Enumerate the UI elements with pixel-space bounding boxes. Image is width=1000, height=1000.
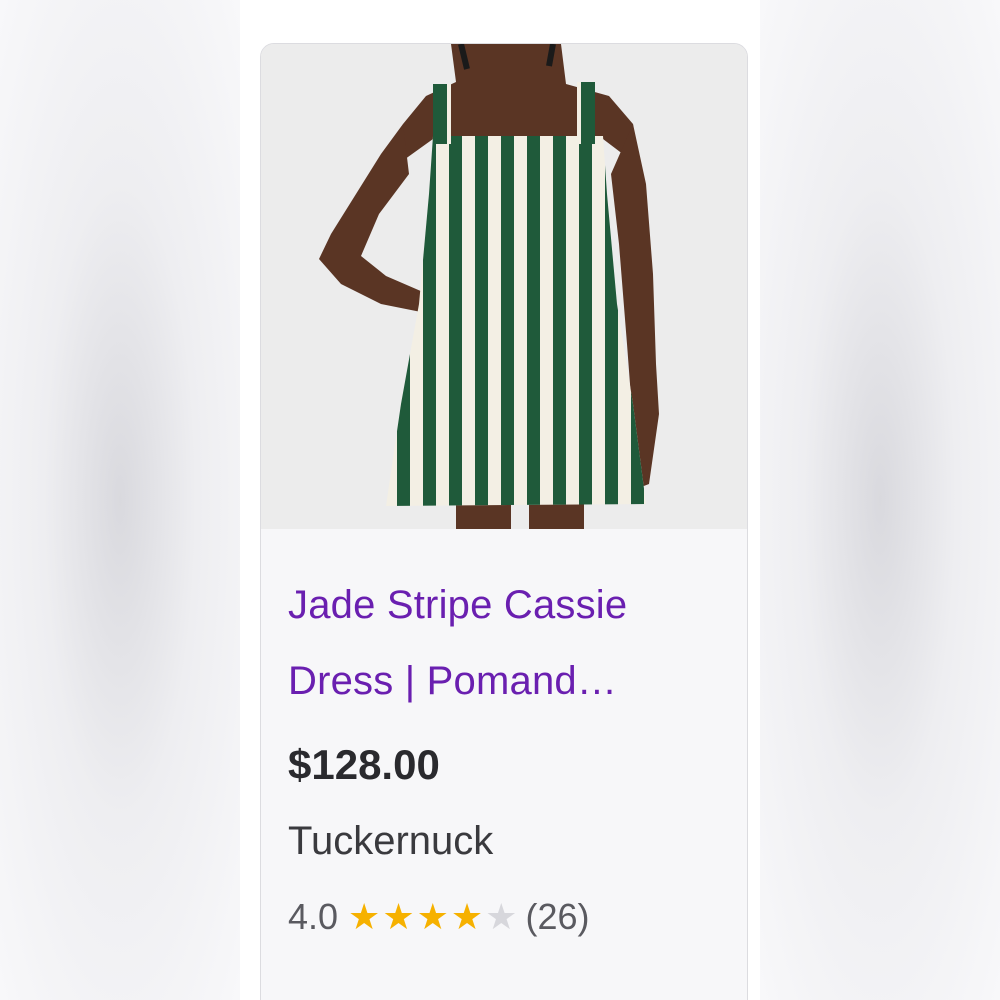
merchant-name: Tuckernuck — [288, 819, 494, 863]
product-info: Jade Stripe Cassie Dress | Pomand… $128.… — [288, 529, 727, 955]
blurred-background-left — [0, 0, 240, 1000]
rating-stars: ★ ★ ★ ★ ★ — [348, 899, 519, 935]
blurred-background-right — [760, 0, 1000, 1000]
product-title-line1: Jade Stripe Cassie — [288, 583, 628, 627]
product-image[interactable] — [261, 44, 747, 529]
star-filled-icon: ★ — [450, 896, 484, 937]
striped-dress-photo-icon — [261, 44, 747, 529]
review-count: (26) — [525, 896, 590, 937]
star-empty-icon: ★ — [485, 896, 518, 937]
phone-screen: Jade Stripe Cassie Dress | Pomand… $128.… — [240, 0, 760, 1000]
product-card[interactable]: Jade Stripe Cassie Dress | Pomand… $128.… — [260, 43, 748, 1000]
product-title-line2: Dress | Pomand… — [288, 659, 618, 703]
star-filled-icon: ★ — [416, 896, 449, 937]
product-price: $128.00 — [288, 741, 440, 788]
star-filled-icon: ★ — [382, 896, 415, 937]
rating-row: 4.0 ★ ★ ★ ★ ★ (26) — [288, 879, 727, 955]
rating-value: 4.0 — [288, 896, 339, 937]
star-filled-icon: ★ — [348, 896, 381, 937]
product-title-link[interactable]: Jade Stripe Cassie Dress | Pomand… — [288, 567, 728, 719]
